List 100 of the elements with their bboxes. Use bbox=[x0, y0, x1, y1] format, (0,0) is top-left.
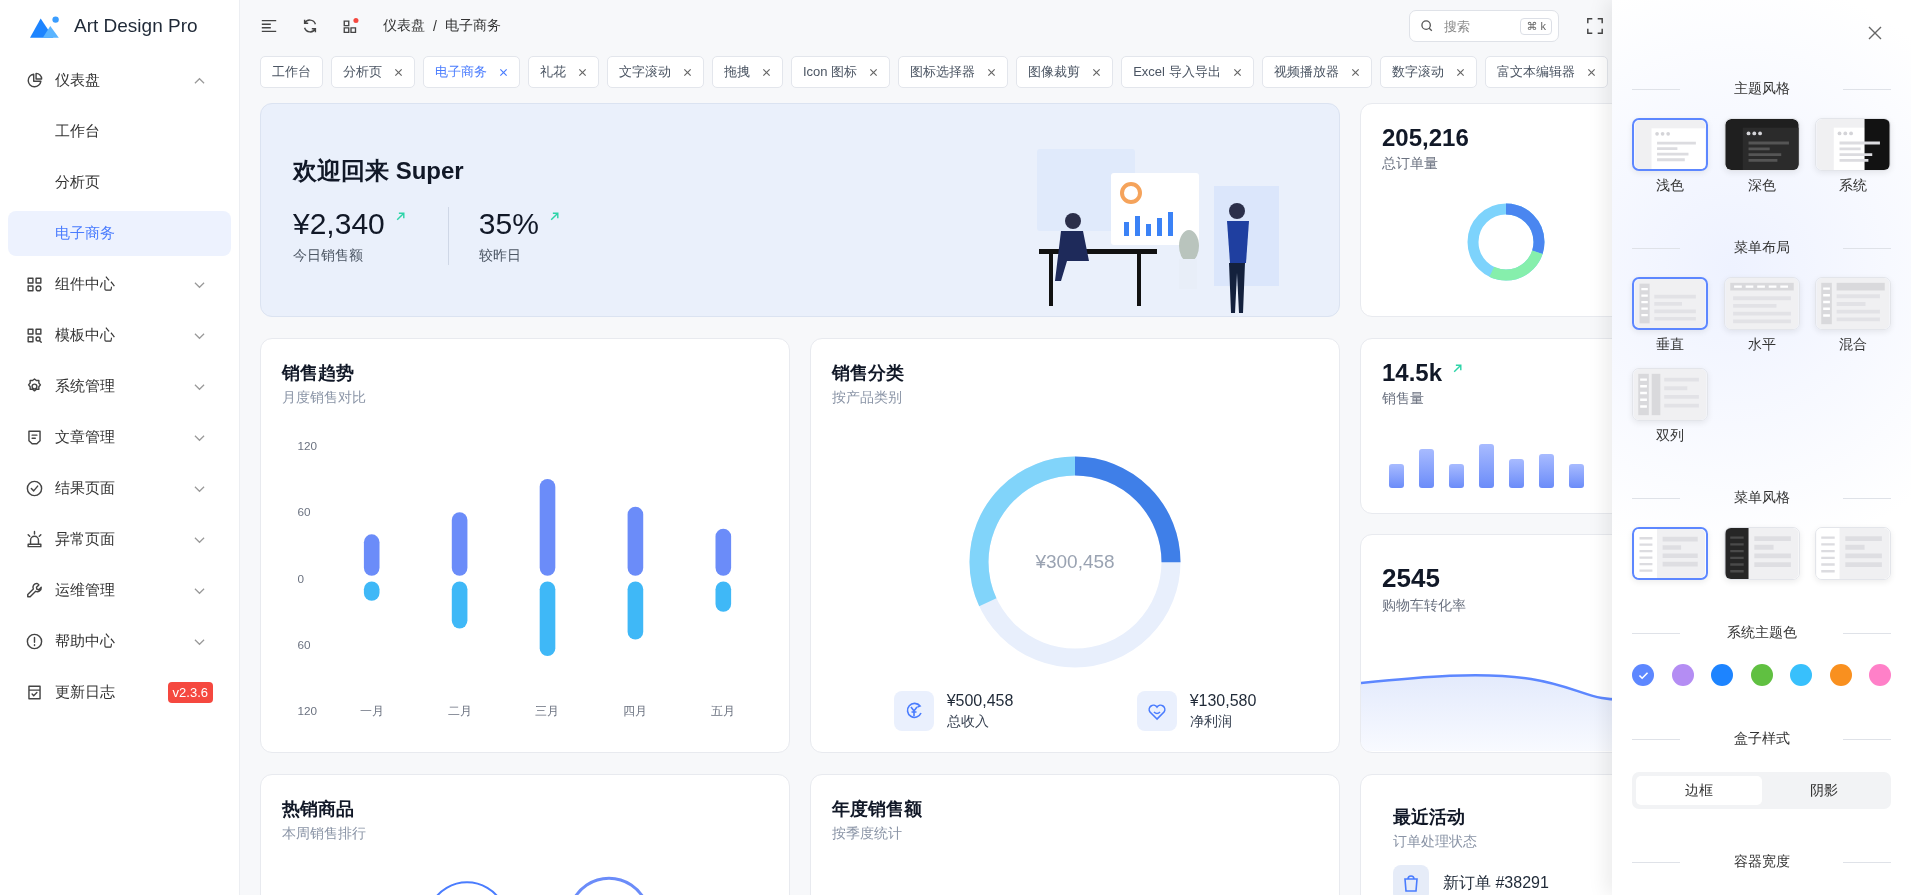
stat-label: 净利润 bbox=[1189, 712, 1233, 731]
check-icon bbox=[1637, 670, 1649, 680]
search-icon bbox=[1420, 19, 1434, 33]
color-swatch[interactable] bbox=[1632, 664, 1654, 686]
search-field[interactable]: 搜索 ⌘ k bbox=[1409, 10, 1559, 42]
close-icon[interactable] bbox=[869, 67, 879, 77]
close-icon[interactable] bbox=[499, 67, 508, 77]
axis-label: 60 bbox=[297, 505, 311, 519]
search-input[interactable]: 搜索 bbox=[1442, 17, 1521, 35]
page-tab[interactable]: 文字滚动 bbox=[607, 56, 704, 88]
section-title: 菜单布局 bbox=[1732, 239, 1791, 257]
page-tab[interactable]: 视频播放器 bbox=[1261, 56, 1372, 88]
submenu-item[interactable]: 分析页 bbox=[8, 160, 231, 205]
card-subtitle: 按季度统计 bbox=[832, 825, 903, 843]
segment-button[interactable]: 阴影 bbox=[1761, 776, 1887, 805]
section-title: 系统主题色 bbox=[1725, 624, 1798, 642]
menu-item[interactable]: 文章管理 bbox=[8, 415, 231, 460]
style-option-thumbnail[interactable] bbox=[1632, 118, 1708, 171]
apps-icon bbox=[25, 326, 44, 345]
close-icon[interactable] bbox=[762, 67, 771, 77]
stat-label: 总收入 bbox=[946, 712, 990, 731]
page-tab[interactable]: 图像裁剪 bbox=[1016, 56, 1114, 88]
document-icon bbox=[25, 428, 44, 447]
card-title: 最近活动 bbox=[1393, 806, 1466, 829]
color-swatch[interactable] bbox=[1829, 664, 1852, 686]
page-tab[interactable]: Excel 导入导出 bbox=[1121, 56, 1254, 88]
menu-item[interactable]: 更新日志 v2.3.6 bbox=[8, 670, 231, 715]
style-option-thumbnail[interactable] bbox=[1632, 277, 1708, 330]
page-tab[interactable]: 拖拽 bbox=[712, 56, 783, 88]
close-icon[interactable] bbox=[578, 67, 587, 77]
close-icon[interactable] bbox=[683, 67, 692, 77]
menu-item[interactable]: 系统管理 bbox=[8, 364, 231, 409]
fullscreen-icon[interactable] bbox=[1586, 17, 1604, 35]
stat-value: ¥2,340 bbox=[293, 207, 385, 241]
menu-item[interactable]: 帮助中心 bbox=[8, 619, 231, 664]
apps-icon[interactable] bbox=[342, 17, 360, 35]
close-icon[interactable] bbox=[987, 67, 997, 77]
option-label: 垂直 bbox=[1656, 336, 1684, 354]
app-name: Art Design Pro bbox=[74, 15, 198, 37]
card-title: 年度销售额 bbox=[832, 798, 923, 821]
color-swatch[interactable] bbox=[1869, 664, 1891, 686]
stat-label: 较昨日 bbox=[478, 247, 522, 265]
card-subtitle: 按产品类别 bbox=[832, 389, 903, 407]
section-title: 主题风格 bbox=[1732, 80, 1791, 98]
axis-label: 二月 bbox=[447, 704, 472, 718]
option-label: 深色 bbox=[1747, 177, 1776, 195]
chart-bar bbox=[715, 528, 732, 576]
option-label: 混合 bbox=[1839, 336, 1867, 354]
card-subtitle: 订单处理状态 bbox=[1393, 833, 1478, 851]
page-tab[interactable]: 图标选择器 bbox=[898, 56, 1009, 88]
close-icon[interactable] bbox=[1868, 26, 1882, 40]
breadcrumb-item[interactable]: 仪表盘 bbox=[383, 17, 425, 35]
option-label: 水平 bbox=[1747, 336, 1776, 354]
menu-item[interactable]: 结果页面 bbox=[8, 466, 231, 511]
card-subtitle: 月度销售对比 bbox=[282, 389, 367, 407]
menu-item[interactable]: 仪表盘 bbox=[8, 58, 231, 103]
menu-item[interactable]: 组件中心 bbox=[8, 262, 231, 307]
color-swatch[interactable] bbox=[1790, 664, 1812, 686]
version-badge: v2.3.6 bbox=[167, 682, 213, 703]
refresh-icon[interactable] bbox=[301, 17, 319, 35]
color-swatch[interactable] bbox=[1711, 664, 1733, 686]
page-tab[interactable]: 富文本编辑器 bbox=[1484, 56, 1608, 88]
grid-icon bbox=[25, 275, 44, 294]
stat-label: 销售量 bbox=[1382, 390, 1424, 408]
close-icon[interactable] bbox=[1586, 67, 1596, 77]
color-swatch[interactable] bbox=[1750, 664, 1773, 686]
axis-label: 五月 bbox=[711, 704, 736, 718]
close-icon[interactable] bbox=[1232, 67, 1242, 77]
menu-icon[interactable] bbox=[260, 17, 278, 35]
close-icon[interactable] bbox=[1092, 67, 1102, 77]
menu-item[interactable]: 异常页面 bbox=[8, 517, 231, 562]
menu-item[interactable]: 运维管理 bbox=[8, 568, 231, 613]
submenu-item[interactable]: 工作台 bbox=[8, 109, 231, 154]
section-title: 容器宽度 bbox=[1732, 853, 1791, 871]
close-icon[interactable] bbox=[1350, 67, 1360, 77]
menu-item[interactable]: 模板中心 bbox=[8, 313, 231, 358]
page-tab[interactable]: Icon 图标 bbox=[791, 56, 891, 88]
option-label: 系统 bbox=[1839, 177, 1867, 195]
close-icon[interactable] bbox=[394, 67, 403, 77]
axis-label: 120 bbox=[297, 704, 318, 718]
chart-bar bbox=[627, 506, 644, 576]
color-swatch[interactable] bbox=[1671, 664, 1694, 686]
card-subtitle: 本周销售排行 bbox=[282, 825, 367, 843]
chart-bar bbox=[715, 581, 732, 612]
pie-chart-icon bbox=[25, 71, 44, 90]
trend-up-icon bbox=[548, 211, 560, 222]
page-tab[interactable]: 电子商务 bbox=[423, 56, 520, 88]
stat-value: ¥130,580 bbox=[1189, 691, 1257, 710]
chart-bar bbox=[363, 534, 380, 576]
page-tab[interactable]: 数字滚动 bbox=[1379, 56, 1477, 88]
page-tab[interactable]: 分析页 bbox=[331, 56, 415, 88]
logo-icon bbox=[30, 14, 62, 38]
style-option-thumbnail[interactable] bbox=[1632, 527, 1708, 580]
segment-button[interactable]: 边框 bbox=[1636, 776, 1762, 805]
axis-label: 60 bbox=[297, 637, 311, 651]
option-label: 浅色 bbox=[1656, 177, 1684, 195]
close-icon[interactable] bbox=[1455, 67, 1465, 77]
page-tab[interactable]: 礼花 bbox=[528, 56, 599, 88]
chart-bar bbox=[451, 512, 468, 576]
page-tab[interactable]: 工作台 bbox=[260, 56, 323, 88]
